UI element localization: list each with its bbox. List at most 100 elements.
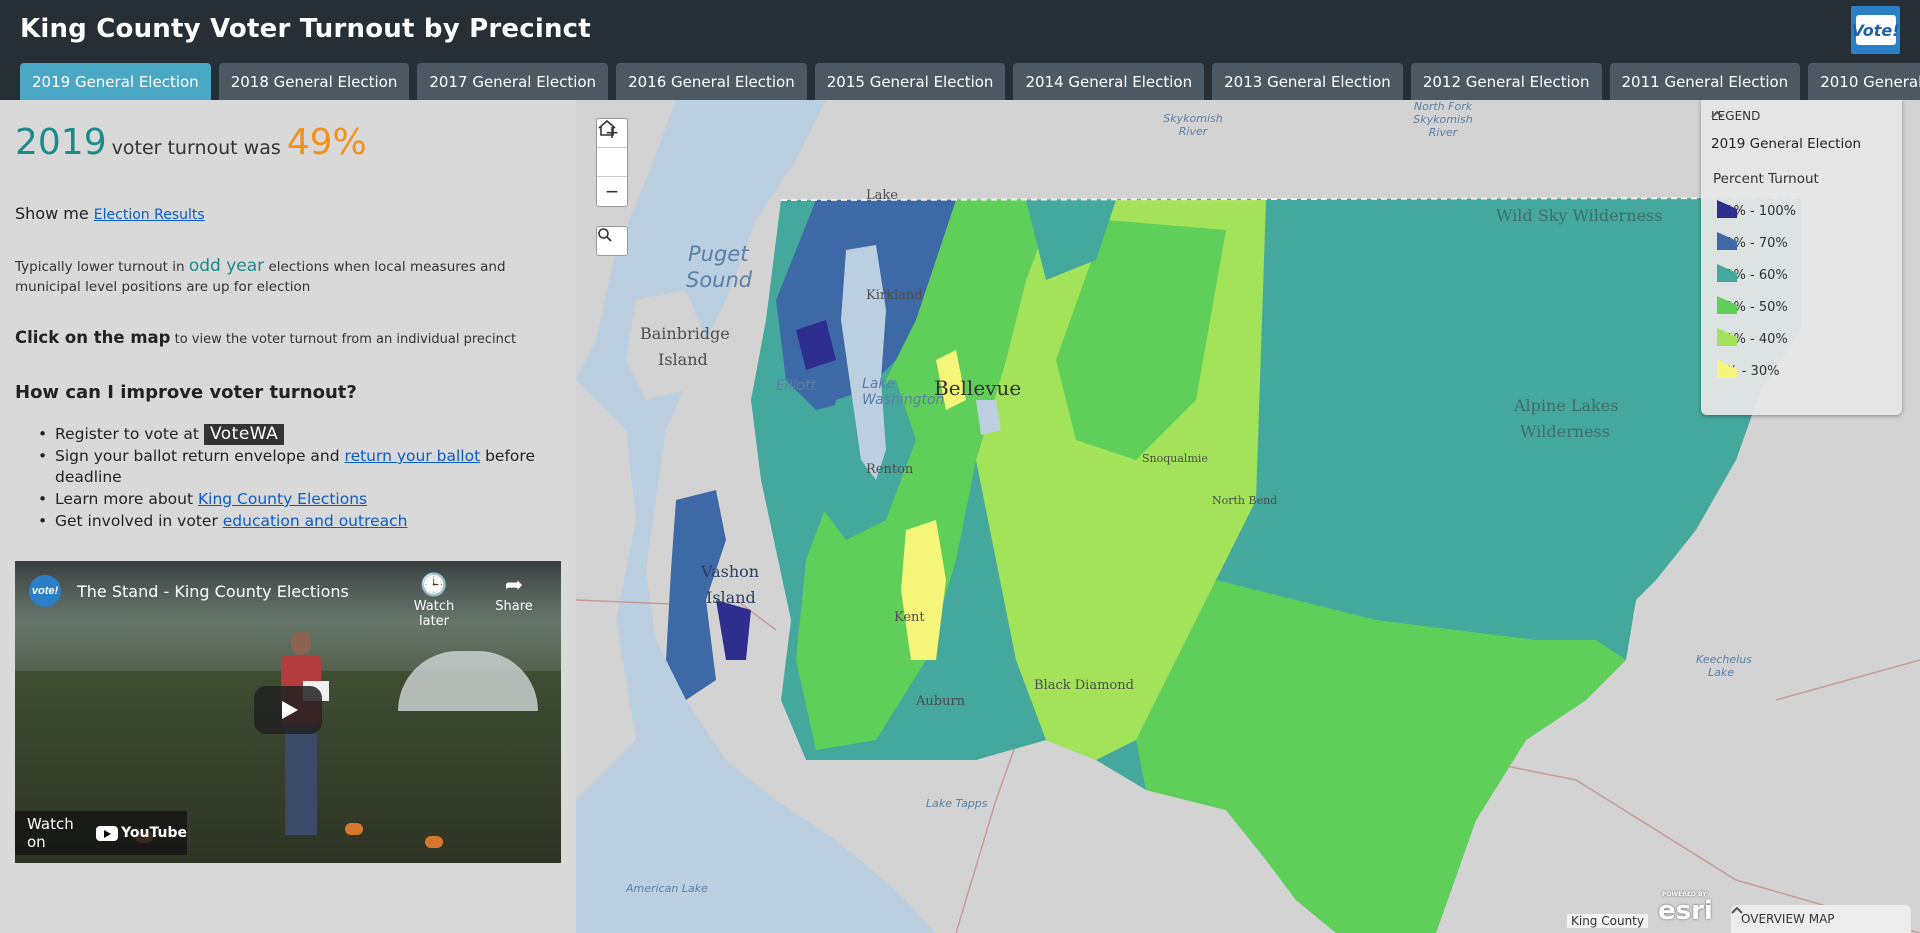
- legend-swatch-31-40: [1717, 328, 1737, 346]
- north-bend-label: North Bend: [1212, 494, 1278, 507]
- tab-2010[interactable]: 2010 General Election: [1808, 63, 1920, 100]
- turnout-summary: 2019 voter turnout was 49%: [15, 122, 367, 163]
- home-button[interactable]: [597, 119, 627, 177]
- american-lake-label: American Lake: [626, 882, 708, 895]
- vote-logo[interactable]: Vote!: [1851, 6, 1900, 54]
- zoom-out-button[interactable]: −: [597, 177, 627, 206]
- list-item: Register to vote at VoteWA: [38, 424, 563, 445]
- youtube-logo: YouTube: [96, 825, 187, 841]
- video-pumpkin: [345, 823, 363, 835]
- elliott-bay-label: Elliott: [776, 378, 817, 394]
- watch-on-youtube-button[interactable]: Watch on YouTube: [15, 811, 187, 855]
- lake-label: Lake: [866, 188, 898, 203]
- learn-text: Learn more about: [55, 490, 194, 508]
- watch-later-button[interactable]: 🕒 Watch later: [399, 573, 469, 629]
- tab-2015[interactable]: 2015 General Election: [814, 63, 1006, 100]
- embedded-video[interactable]: vote! The Stand - King County Elections …: [15, 561, 561, 863]
- sign-text: Sign your ballot return envelope and: [55, 447, 340, 465]
- video-pumpkin: [425, 836, 443, 848]
- legend-item: 31% - 40%: [1717, 328, 1788, 350]
- tab-2017[interactable]: 2017 General Election: [417, 63, 609, 100]
- return-ballot-link[interactable]: return your ballot: [345, 447, 481, 465]
- nf-skykomish-label: North Fork Skykomish River: [1413, 100, 1473, 139]
- typical-before: Typically lower turnout in: [15, 259, 185, 275]
- play-button[interactable]: [254, 686, 322, 734]
- tab-2013[interactable]: 2013 General Election: [1212, 63, 1403, 100]
- kirkland-label: Kirkland: [866, 288, 923, 303]
- tab-2014[interactable]: 2014 General Election: [1013, 63, 1205, 100]
- share-button[interactable]: ➦ Share: [479, 573, 549, 614]
- votewa-link[interactable]: VoteWA: [203, 424, 285, 445]
- turnout-percent: 49%: [286, 122, 367, 163]
- legend-item: 41% - 50%: [1717, 296, 1788, 318]
- turnout-text: voter turnout was: [111, 137, 281, 159]
- education-outreach-link[interactable]: education and outreach: [223, 512, 408, 530]
- legend-field-label: Percent Turnout: [1713, 171, 1819, 187]
- list-item: Sign your ballot return envelope and ret…: [38, 446, 563, 488]
- puget-label: Puget: [688, 242, 749, 266]
- improve-turnout-list: Register to vote at VoteWA Sign your bal…: [38, 424, 563, 533]
- legend-item: 71% - 100%: [1717, 200, 1796, 222]
- tab-2012[interactable]: 2012 General Election: [1410, 63, 1602, 100]
- youtube-play-icon: [96, 825, 119, 841]
- keechelus-lake-label: Keechelus Lake: [1696, 653, 1752, 679]
- click-map-instruction: Click on the map to view the voter turno…: [15, 328, 516, 347]
- turnout-year: 2019: [15, 122, 107, 163]
- bainbridge-label: Bainbridge: [640, 324, 730, 343]
- esri-powered-by: POWERED BY: [1662, 891, 1707, 898]
- legend-subtitle: 2019 General Election: [1711, 136, 1862, 152]
- bainbridge-island-label: Island: [658, 350, 708, 369]
- renton-label: Renton: [866, 462, 914, 477]
- tab-2016[interactable]: 2016 General Election: [616, 63, 807, 100]
- tab-2011[interactable]: 2011 General Election: [1609, 63, 1801, 100]
- chevron-up-icon: [1711, 110, 1723, 118]
- map-search-button[interactable]: [596, 226, 628, 256]
- involved-text: Get involved in voter: [55, 512, 218, 530]
- app-header: King County Voter Turnout by Precinct Vo…: [0, 0, 1920, 100]
- election-results-link[interactable]: Election Results: [94, 207, 205, 223]
- black-diamond-label: Black Diamond: [1034, 678, 1134, 693]
- share-label: Share: [495, 599, 533, 614]
- list-item: Get involved in voter education and outr…: [38, 511, 563, 532]
- video-person: [273, 631, 329, 851]
- legend-item: 51% - 60%: [1717, 264, 1788, 286]
- legend-toggle[interactable]: LEGEND: [1711, 109, 1760, 123]
- sound-label: Sound: [686, 268, 753, 292]
- typical-turnout-note: Typically lower turnout in odd year elec…: [15, 256, 563, 297]
- snoqualmie-label: Snoqualmie: [1142, 452, 1208, 465]
- app-title: King County Voter Turnout by Precinct: [20, 14, 591, 44]
- legend-swatch-0-30: [1717, 360, 1737, 378]
- vote-logo-text: Vote!: [1852, 15, 1900, 45]
- legend-swatch-61-70: [1717, 232, 1737, 250]
- lake-tapps-label: Lake Tapps: [926, 797, 988, 810]
- chevron-up-icon: [1731, 906, 1743, 914]
- tab-2019[interactable]: 2019 General Election: [20, 63, 211, 100]
- esri-logo[interactable]: POWERED BY esri: [1658, 891, 1713, 926]
- legend-swatch-71-100: [1717, 200, 1737, 218]
- esri-wordmark: esri: [1658, 896, 1713, 926]
- video-title[interactable]: The Stand - King County Elections: [77, 582, 349, 601]
- lake-washington-label: Lake Washington: [862, 376, 945, 408]
- channel-avatar[interactable]: vote!: [29, 575, 61, 607]
- improve-turnout-heading: How can I improve voter turnout?: [15, 382, 357, 403]
- vashon-island-label: Island: [706, 588, 756, 607]
- click-map-rest: to view the voter turnout from an indivi…: [174, 332, 517, 347]
- legend-swatch-51-60: [1717, 264, 1737, 282]
- kent-label: Kent: [894, 610, 925, 625]
- home-icon: [598, 119, 616, 136]
- legend-panel: LEGEND 2019 General Election Percent Tur…: [1701, 100, 1902, 415]
- overview-map-toggle[interactable]: OVERVIEW MAP: [1731, 905, 1911, 933]
- show-me-label: Show me: [15, 204, 89, 223]
- clock-icon: 🕒: [420, 573, 448, 598]
- youtube-wordmark: YouTube: [121, 825, 187, 841]
- map-view[interactable]: Puget Sound Bainbridge Island Elliott Va…: [576, 100, 1920, 933]
- map-attribution: King County: [1567, 914, 1648, 928]
- legend-item: 0% - 30%: [1717, 360, 1779, 382]
- register-text: Register to vote at: [55, 425, 200, 443]
- election-tabs: 2019 General Election 2018 General Elect…: [20, 63, 1920, 100]
- wild-sky-label: Wild Sky Wilderness: [1496, 206, 1663, 225]
- tab-2018[interactable]: 2018 General Election: [218, 63, 410, 100]
- wilderness-label: Wilderness: [1520, 422, 1610, 441]
- king-county-elections-link[interactable]: King County Elections: [198, 490, 367, 508]
- auburn-label: Auburn: [916, 694, 966, 709]
